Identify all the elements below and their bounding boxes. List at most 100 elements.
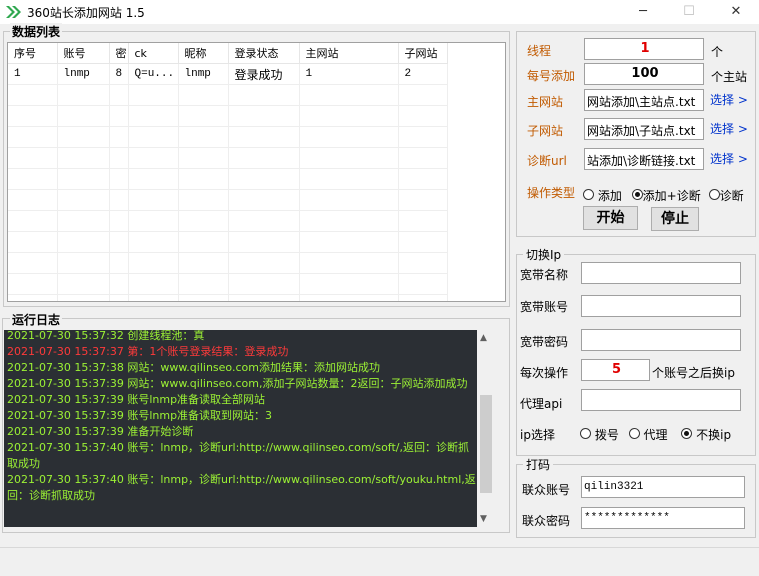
empty-cell (178, 105, 229, 127)
scroll-up-icon[interactable]: ▲ (480, 333, 487, 343)
broadband-name-input[interactable] (581, 262, 741, 284)
radio-checked-icon[interactable] (631, 189, 643, 200)
sub-site-path-input[interactable]: 网站添加\子站点.txt (584, 118, 704, 140)
threads-unit: 个 (711, 45, 724, 59)
empty-cell (128, 189, 179, 211)
log-line: 2021-07-30 15:37:37 第：1个账号登录结果：登录成功 (7, 345, 289, 358)
op-radio-diagnose[interactable]: 诊断 (708, 189, 744, 203)
log-line: 2021-07-30 15:37:39 账号lnmp准备读取到网站：3 (7, 409, 273, 422)
column-header[interactable]: ck (128, 43, 179, 64)
captcha-password-input[interactable]: ************* (581, 507, 745, 529)
empty-cell (109, 105, 129, 127)
ip-radio-dial[interactable]: 拨号 (580, 428, 619, 442)
empty-cell (398, 273, 448, 295)
empty-cell (109, 252, 129, 274)
data-list-title: 数据列表 (10, 23, 63, 40)
table-row[interactable]: 1 lnmp 8 Q=u... lnmp 登录成功 1 2 (8, 63, 448, 85)
app-logo-icon (6, 6, 21, 18)
empty-cell (8, 273, 58, 295)
radio-icon[interactable] (580, 428, 591, 439)
op-radio-add[interactable]: 添加 (583, 189, 622, 203)
empty-cell (228, 210, 300, 232)
main-site-path-input[interactable]: 网站添加\主站点.txt (584, 89, 704, 111)
empty-cell (57, 189, 110, 211)
main-site-select-link[interactable]: 选择 > (710, 91, 748, 108)
per-account-input[interactable]: 100 (584, 63, 704, 85)
log-output[interactable]: 2021-07-30 15:37:32 创建线程池：真 2021-07-30 15… (4, 330, 494, 527)
proxy-api-input[interactable] (581, 389, 741, 411)
diag-url-select-link[interactable]: 选择 > (710, 150, 748, 167)
empty-cell (109, 294, 129, 301)
column-header[interactable]: 账号 (57, 43, 110, 64)
empty-row (8, 210, 448, 232)
close-button[interactable]: ✕ (713, 0, 759, 24)
log-title: 运行日志 (10, 311, 63, 328)
minimize-button[interactable]: ─ (620, 0, 666, 24)
empty-cell (228, 105, 300, 127)
diag-url-path-input[interactable]: 站添加\诊断链接.txt (584, 148, 704, 170)
threads-input[interactable]: 1 (584, 38, 704, 60)
empty-cell (398, 294, 448, 301)
empty-cell (109, 168, 129, 190)
empty-cell (178, 231, 229, 253)
radio-icon[interactable] (628, 428, 640, 439)
empty-cell (299, 252, 399, 274)
diag-url-label: 诊断url (527, 154, 567, 168)
column-header[interactable]: 密 (109, 43, 129, 64)
empty-cell (299, 168, 399, 190)
window-title: 360站长添加网站 1.5 (27, 6, 145, 20)
log-scroll-thumb[interactable] (480, 395, 492, 493)
captcha-account-input[interactable]: qilin3321 (581, 476, 745, 498)
empty-cell (398, 231, 448, 253)
stop-button[interactable]: 停止 (651, 207, 699, 231)
proxy-api-label: 代理api (520, 397, 563, 411)
log-line: 2021-07-30 15:37:40 账号：lnmp，诊断url:http:/… (7, 473, 476, 502)
empty-row (8, 189, 448, 211)
sub-site-label: 子网站 (527, 124, 564, 138)
empty-cell (299, 273, 399, 295)
empty-cell (128, 168, 179, 190)
radio-icon[interactable] (583, 189, 594, 200)
empty-cell (398, 105, 448, 127)
ip-select-radio-group: 拨号 代理 不换ip (580, 426, 731, 443)
empty-cell (228, 168, 300, 190)
empty-cell (128, 210, 179, 232)
op-radio-add-diagnose[interactable]: 添加+诊断 (631, 189, 701, 203)
ip-radio-no-change[interactable]: 不换ip (681, 428, 731, 442)
empty-cell (8, 147, 58, 169)
data-table[interactable]: 序号 账号密 ck 昵称 登录状态 主网站 子网站 1 lnmp 8 Q=u... lnmp 登录成功… (7, 42, 506, 302)
broadband-account-input[interactable] (581, 295, 741, 317)
scroll-down-icon[interactable]: ▼ (480, 514, 487, 524)
empty-cell (8, 210, 58, 232)
radio-icon[interactable] (708, 189, 720, 200)
empty-cell (299, 294, 399, 301)
empty-cell (128, 231, 179, 253)
column-header[interactable]: 序号 (8, 43, 58, 64)
empty-cell (128, 147, 179, 169)
op-type-label: 操作类型 (527, 186, 576, 200)
empty-cell (398, 210, 448, 232)
column-header[interactable]: 主网站 (299, 43, 399, 64)
per-op-input[interactable]: 5 (581, 359, 650, 381)
radio-checked-icon[interactable] (681, 428, 693, 439)
empty-cell (128, 273, 179, 295)
sub-site-select-link[interactable]: 选择 > (710, 120, 748, 137)
per-account-label: 每号添加 (527, 69, 576, 83)
empty-cell (299, 231, 399, 253)
maximize-button[interactable]: ☐ (666, 0, 712, 24)
column-header[interactable]: 登录状态 (228, 43, 300, 64)
start-button[interactable]: 开始 (583, 206, 638, 230)
table-cell: 8 (109, 63, 129, 85)
empty-cell (178, 189, 229, 211)
empty-cell (57, 126, 110, 148)
empty-cell (178, 84, 229, 106)
table-cell: lnmp (57, 63, 110, 85)
empty-cell (299, 84, 399, 106)
empty-cell (398, 84, 448, 106)
table-cell: 1 (299, 63, 399, 85)
empty-cell (57, 231, 110, 253)
column-header[interactable]: 昵称 (178, 43, 229, 64)
broadband-password-input[interactable] (581, 329, 741, 351)
ip-radio-proxy[interactable]: 代理 (628, 428, 668, 442)
column-header[interactable]: 子网站 (398, 43, 448, 64)
